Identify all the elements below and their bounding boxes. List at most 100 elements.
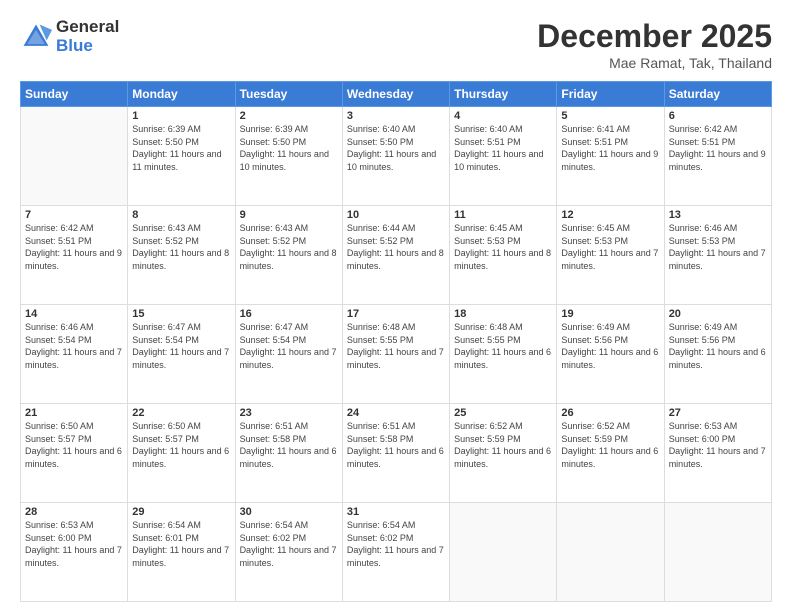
logo: General Blue bbox=[20, 18, 119, 55]
day-info: Sunrise: 6:53 AMSunset: 6:00 PMDaylight:… bbox=[669, 420, 767, 470]
calendar-cell: 2Sunrise: 6:39 AMSunset: 5:50 PMDaylight… bbox=[235, 107, 342, 206]
day-info: Sunrise: 6:54 AMSunset: 6:01 PMDaylight:… bbox=[132, 519, 230, 569]
calendar-cell: 18Sunrise: 6:48 AMSunset: 5:55 PMDayligh… bbox=[450, 305, 557, 404]
calendar-cell: 3Sunrise: 6:40 AMSunset: 5:50 PMDaylight… bbox=[342, 107, 449, 206]
day-info: Sunrise: 6:52 AMSunset: 5:59 PMDaylight:… bbox=[454, 420, 552, 470]
day-info: Sunrise: 6:43 AMSunset: 5:52 PMDaylight:… bbox=[132, 222, 230, 272]
calendar-cell: 22Sunrise: 6:50 AMSunset: 5:57 PMDayligh… bbox=[128, 404, 235, 503]
calendar-cell: 6Sunrise: 6:42 AMSunset: 5:51 PMDaylight… bbox=[664, 107, 771, 206]
day-info: Sunrise: 6:43 AMSunset: 5:52 PMDaylight:… bbox=[240, 222, 338, 272]
day-number: 13 bbox=[669, 209, 767, 221]
day-info: Sunrise: 6:41 AMSunset: 5:51 PMDaylight:… bbox=[561, 123, 659, 173]
day-number: 30 bbox=[240, 506, 338, 518]
day-info: Sunrise: 6:49 AMSunset: 5:56 PMDaylight:… bbox=[669, 321, 767, 371]
day-info: Sunrise: 6:45 AMSunset: 5:53 PMDaylight:… bbox=[454, 222, 552, 272]
day-number: 23 bbox=[240, 407, 338, 419]
day-number: 29 bbox=[132, 506, 230, 518]
day-number: 17 bbox=[347, 308, 445, 320]
day-number: 31 bbox=[347, 506, 445, 518]
calendar-cell: 19Sunrise: 6:49 AMSunset: 5:56 PMDayligh… bbox=[557, 305, 664, 404]
day-number: 16 bbox=[240, 308, 338, 320]
week-row-5: 28Sunrise: 6:53 AMSunset: 6:00 PMDayligh… bbox=[21, 503, 772, 602]
day-info: Sunrise: 6:45 AMSunset: 5:53 PMDaylight:… bbox=[561, 222, 659, 272]
calendar-cell: 29Sunrise: 6:54 AMSunset: 6:01 PMDayligh… bbox=[128, 503, 235, 602]
day-info: Sunrise: 6:44 AMSunset: 5:52 PMDaylight:… bbox=[347, 222, 445, 272]
weekday-header-wednesday: Wednesday bbox=[342, 82, 449, 107]
day-number: 11 bbox=[454, 209, 552, 221]
day-info: Sunrise: 6:40 AMSunset: 5:51 PMDaylight:… bbox=[454, 123, 552, 173]
week-row-4: 21Sunrise: 6:50 AMSunset: 5:57 PMDayligh… bbox=[21, 404, 772, 503]
calendar-cell: 9Sunrise: 6:43 AMSunset: 5:52 PMDaylight… bbox=[235, 206, 342, 305]
day-info: Sunrise: 6:50 AMSunset: 5:57 PMDaylight:… bbox=[132, 420, 230, 470]
day-info: Sunrise: 6:53 AMSunset: 6:00 PMDaylight:… bbox=[25, 519, 123, 569]
weekday-header-sunday: Sunday bbox=[21, 82, 128, 107]
logo-blue-text: Blue bbox=[56, 37, 119, 56]
day-number: 7 bbox=[25, 209, 123, 221]
day-number: 5 bbox=[561, 110, 659, 122]
day-number: 12 bbox=[561, 209, 659, 221]
calendar-cell: 13Sunrise: 6:46 AMSunset: 5:53 PMDayligh… bbox=[664, 206, 771, 305]
day-info: Sunrise: 6:42 AMSunset: 5:51 PMDaylight:… bbox=[669, 123, 767, 173]
calendar-cell: 11Sunrise: 6:45 AMSunset: 5:53 PMDayligh… bbox=[450, 206, 557, 305]
weekday-header-thursday: Thursday bbox=[450, 82, 557, 107]
weekday-header-tuesday: Tuesday bbox=[235, 82, 342, 107]
day-number: 22 bbox=[132, 407, 230, 419]
calendar-cell: 12Sunrise: 6:45 AMSunset: 5:53 PMDayligh… bbox=[557, 206, 664, 305]
day-info: Sunrise: 6:42 AMSunset: 5:51 PMDaylight:… bbox=[25, 222, 123, 272]
day-number: 19 bbox=[561, 308, 659, 320]
day-info: Sunrise: 6:40 AMSunset: 5:50 PMDaylight:… bbox=[347, 123, 445, 173]
week-row-3: 14Sunrise: 6:46 AMSunset: 5:54 PMDayligh… bbox=[21, 305, 772, 404]
day-number: 25 bbox=[454, 407, 552, 419]
day-info: Sunrise: 6:54 AMSunset: 6:02 PMDaylight:… bbox=[347, 519, 445, 569]
day-number: 18 bbox=[454, 308, 552, 320]
day-number: 26 bbox=[561, 407, 659, 419]
day-info: Sunrise: 6:51 AMSunset: 5:58 PMDaylight:… bbox=[240, 420, 338, 470]
title-block: December 2025 Mae Ramat, Tak, Thailand bbox=[537, 18, 772, 71]
day-number: 21 bbox=[25, 407, 123, 419]
day-info: Sunrise: 6:52 AMSunset: 5:59 PMDaylight:… bbox=[561, 420, 659, 470]
day-number: 2 bbox=[240, 110, 338, 122]
day-number: 20 bbox=[669, 308, 767, 320]
day-number: 24 bbox=[347, 407, 445, 419]
weekday-header-friday: Friday bbox=[557, 82, 664, 107]
day-number: 4 bbox=[454, 110, 552, 122]
logo-text: General Blue bbox=[56, 18, 119, 55]
calendar-cell: 27Sunrise: 6:53 AMSunset: 6:00 PMDayligh… bbox=[664, 404, 771, 503]
calendar-cell bbox=[557, 503, 664, 602]
calendar-cell: 15Sunrise: 6:47 AMSunset: 5:54 PMDayligh… bbox=[128, 305, 235, 404]
logo-general-text: General bbox=[56, 18, 119, 37]
day-info: Sunrise: 6:39 AMSunset: 5:50 PMDaylight:… bbox=[240, 123, 338, 173]
week-row-1: 1Sunrise: 6:39 AMSunset: 5:50 PMDaylight… bbox=[21, 107, 772, 206]
day-info: Sunrise: 6:50 AMSunset: 5:57 PMDaylight:… bbox=[25, 420, 123, 470]
header: General Blue December 2025 Mae Ramat, Ta… bbox=[20, 18, 772, 71]
calendar-cell: 20Sunrise: 6:49 AMSunset: 5:56 PMDayligh… bbox=[664, 305, 771, 404]
calendar-table: SundayMondayTuesdayWednesdayThursdayFrid… bbox=[20, 81, 772, 602]
day-info: Sunrise: 6:51 AMSunset: 5:58 PMDaylight:… bbox=[347, 420, 445, 470]
month-title: December 2025 bbox=[537, 18, 772, 55]
day-info: Sunrise: 6:49 AMSunset: 5:56 PMDaylight:… bbox=[561, 321, 659, 371]
day-info: Sunrise: 6:54 AMSunset: 6:02 PMDaylight:… bbox=[240, 519, 338, 569]
calendar-cell: 17Sunrise: 6:48 AMSunset: 5:55 PMDayligh… bbox=[342, 305, 449, 404]
day-number: 9 bbox=[240, 209, 338, 221]
day-info: Sunrise: 6:46 AMSunset: 5:54 PMDaylight:… bbox=[25, 321, 123, 371]
calendar-cell: 7Sunrise: 6:42 AMSunset: 5:51 PMDaylight… bbox=[21, 206, 128, 305]
calendar-cell: 21Sunrise: 6:50 AMSunset: 5:57 PMDayligh… bbox=[21, 404, 128, 503]
calendar-cell: 26Sunrise: 6:52 AMSunset: 5:59 PMDayligh… bbox=[557, 404, 664, 503]
weekday-header-row: SundayMondayTuesdayWednesdayThursdayFrid… bbox=[21, 82, 772, 107]
week-row-2: 7Sunrise: 6:42 AMSunset: 5:51 PMDaylight… bbox=[21, 206, 772, 305]
calendar-cell: 24Sunrise: 6:51 AMSunset: 5:58 PMDayligh… bbox=[342, 404, 449, 503]
day-number: 1 bbox=[132, 110, 230, 122]
calendar-cell bbox=[21, 107, 128, 206]
location: Mae Ramat, Tak, Thailand bbox=[537, 55, 772, 71]
calendar-cell: 28Sunrise: 6:53 AMSunset: 6:00 PMDayligh… bbox=[21, 503, 128, 602]
day-info: Sunrise: 6:48 AMSunset: 5:55 PMDaylight:… bbox=[454, 321, 552, 371]
calendar-cell: 31Sunrise: 6:54 AMSunset: 6:02 PMDayligh… bbox=[342, 503, 449, 602]
calendar-cell: 5Sunrise: 6:41 AMSunset: 5:51 PMDaylight… bbox=[557, 107, 664, 206]
day-info: Sunrise: 6:39 AMSunset: 5:50 PMDaylight:… bbox=[132, 123, 230, 173]
calendar-cell bbox=[450, 503, 557, 602]
day-number: 28 bbox=[25, 506, 123, 518]
calendar-cell: 25Sunrise: 6:52 AMSunset: 5:59 PMDayligh… bbox=[450, 404, 557, 503]
day-number: 3 bbox=[347, 110, 445, 122]
calendar-cell: 30Sunrise: 6:54 AMSunset: 6:02 PMDayligh… bbox=[235, 503, 342, 602]
calendar-cell: 4Sunrise: 6:40 AMSunset: 5:51 PMDaylight… bbox=[450, 107, 557, 206]
